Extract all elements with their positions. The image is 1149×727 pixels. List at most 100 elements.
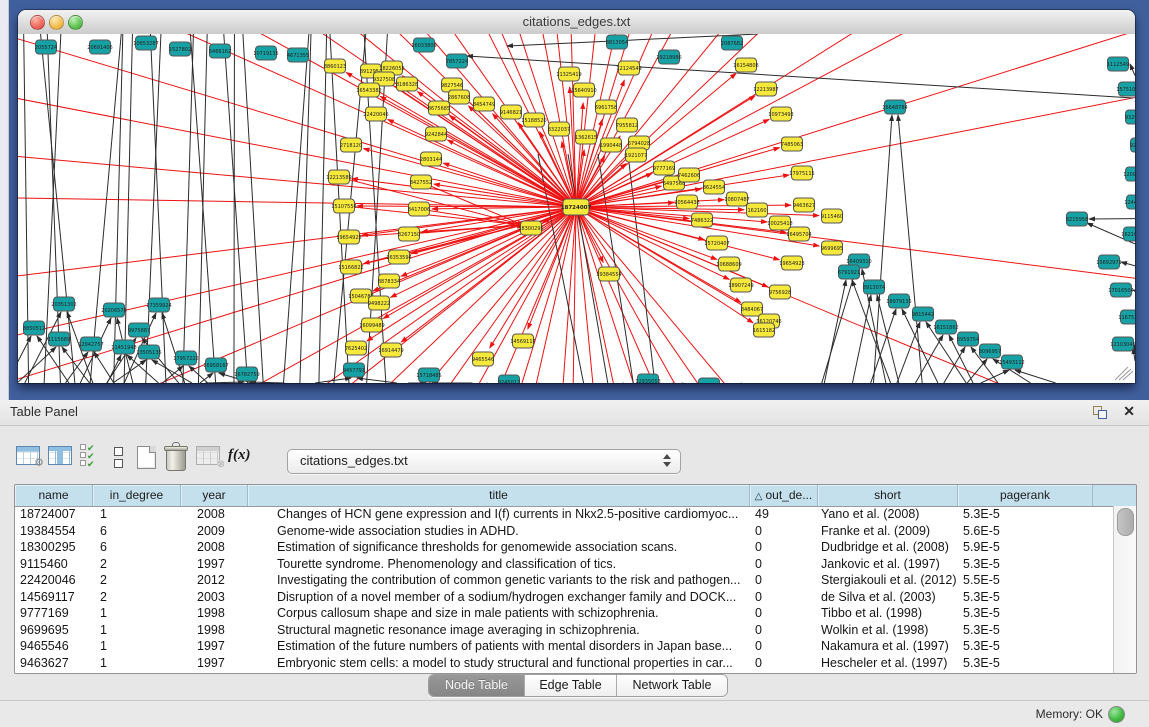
network-node[interactable]: 10807487 xyxy=(724,192,749,206)
network-node[interactable]: 6961758 xyxy=(595,100,617,114)
network-node[interactable]: 8813054 xyxy=(606,35,628,49)
network-edge[interactable] xyxy=(205,382,244,383)
network-edge[interactable] xyxy=(944,347,965,383)
network-node[interactable]: 8878334 xyxy=(378,274,400,288)
network-edge[interactable] xyxy=(576,207,1135,383)
network-node[interactable]: 9242844 xyxy=(425,127,447,141)
network-node[interactable]: 16099489 xyxy=(359,318,384,332)
column-header-name[interactable]: name xyxy=(15,485,93,506)
network-node[interactable]: 12213589 xyxy=(326,170,351,184)
close-panel-icon[interactable]: ✕ xyxy=(1123,403,1135,420)
network-node[interactable]: 8096957 xyxy=(979,344,1001,358)
network-node[interactable]: 13505135 xyxy=(136,345,161,359)
network-node[interactable]: 1112549 xyxy=(1107,57,1129,71)
network-node[interactable]: 8860123 xyxy=(324,59,346,73)
network-node[interactable]: 15692971 xyxy=(1096,255,1121,269)
network-node[interactable]: 18724007 xyxy=(561,199,592,215)
network-node[interactable]: 7486322 xyxy=(691,213,713,227)
table-mode-button[interactable]: ⚙ xyxy=(16,446,40,465)
network-node[interactable]: 8267150 xyxy=(398,227,420,241)
network-node[interactable]: 7955812 xyxy=(616,118,638,132)
network-node[interactable]: 8417006 xyxy=(408,202,430,216)
network-node[interactable]: 10719135 xyxy=(253,46,278,60)
network-node[interactable]: 11675344 xyxy=(1118,310,1135,324)
network-node[interactable]: 19654925 xyxy=(336,230,361,244)
network-node[interactable]: 1921077 xyxy=(625,148,647,162)
network-node[interactable]: 8186328 xyxy=(396,77,418,91)
network-node[interactable]: 19654923 xyxy=(779,256,804,270)
network-node[interactable]: 12942757 xyxy=(78,337,103,351)
network-node[interactable]: 9227343 xyxy=(1130,138,1135,152)
network-edge[interactable] xyxy=(897,322,920,383)
network-node[interactable]: 9115460 xyxy=(821,209,843,223)
network-edge[interactable] xyxy=(822,269,856,383)
network-node[interactable]: 2087682 xyxy=(721,36,743,50)
network-edge[interactable] xyxy=(113,360,146,383)
network-graph[interactable]: 2055724206914061065328715278026466162107… xyxy=(18,34,1135,383)
network-edge[interactable] xyxy=(250,382,285,383)
network-node[interactable]: 162160 xyxy=(747,203,768,217)
network-node[interactable]: 2867608 xyxy=(448,90,470,104)
network-edge[interactable] xyxy=(967,359,987,383)
network-node[interactable]: 10973493 xyxy=(768,107,793,121)
column-header-short[interactable]: short xyxy=(818,485,958,506)
network-edge[interactable] xyxy=(114,34,123,383)
column-header-year[interactable]: year xyxy=(181,485,248,506)
network-edge[interactable] xyxy=(41,34,75,383)
network-node[interactable]: 15107554 xyxy=(331,199,356,213)
network-node[interactable]: 15640910 xyxy=(571,83,596,97)
new-table-button[interactable] xyxy=(137,446,156,469)
table-row[interactable]: 1456911722003Disruption of a novel membe… xyxy=(15,589,1136,606)
network-node[interactable]: 8454749 xyxy=(473,97,495,111)
network-node[interactable]: 6791921 xyxy=(838,265,860,279)
network-edge[interactable] xyxy=(62,347,90,383)
network-node[interactable]: 22420046 xyxy=(363,107,388,121)
network-node[interactable]: 9756928 xyxy=(769,285,791,299)
table-row[interactable]: 946362711997Embryonic stem cells: a mode… xyxy=(15,655,1136,672)
network-node[interactable]: 16648784 xyxy=(882,100,907,114)
network-node[interactable]: 10653287 xyxy=(133,36,158,50)
network-node[interactable]: 7857224 xyxy=(446,54,468,68)
delete-button[interactable] xyxy=(166,446,186,471)
tab-network-table[interactable]: Network Table xyxy=(616,675,727,696)
network-node[interactable]: 15188520 xyxy=(521,113,546,127)
network-node[interactable]: 16958167 xyxy=(203,358,228,372)
table-row[interactable]: 2242004622012Investigating the contribut… xyxy=(15,572,1136,589)
network-node[interactable]: 8624554 xyxy=(703,180,725,194)
network-node[interactable]: 8322037 xyxy=(548,122,570,136)
network-node[interactable]: 17957222 xyxy=(173,351,198,365)
tab-edge-table[interactable]: Edge Table xyxy=(524,675,616,696)
network-edge[interactable] xyxy=(224,34,248,383)
network-node[interactable]: 19218986 xyxy=(656,50,681,64)
network-node[interactable]: 20351302 xyxy=(51,297,76,311)
network-node[interactable]: 2718120 xyxy=(340,138,362,152)
network-node[interactable]: 4671355 xyxy=(287,48,309,62)
network-node[interactable]: 9146821 xyxy=(500,105,522,119)
network-node[interactable]: 16151862 xyxy=(933,320,958,334)
network-edge[interactable] xyxy=(183,34,193,383)
network-node[interactable]: 17359924 xyxy=(146,298,171,312)
network-node[interactable]: 9975887 xyxy=(128,323,150,337)
table-row[interactable]: 946554611997Estimation of the future num… xyxy=(15,638,1136,655)
network-node[interactable]: 18300295 xyxy=(518,221,543,235)
scrollbar-thumb[interactable] xyxy=(1117,508,1134,536)
network-canvas[interactable]: 2055724206914061065328715278026466162107… xyxy=(18,34,1135,383)
network-node[interactable]: 1615182 xyxy=(753,323,775,337)
network-node[interactable]: 9498222 xyxy=(368,296,390,310)
network-node[interactable]: 15493112 xyxy=(999,355,1024,369)
select-columns-button[interactable]: ✔✔✔ xyxy=(80,444,98,466)
network-node[interactable]: 7625402 xyxy=(345,341,367,355)
network-node[interactable]: 15720407 xyxy=(704,236,729,250)
network-node[interactable]: 9815442 xyxy=(912,307,934,321)
network-node[interactable]: 14569117 xyxy=(510,334,535,348)
network-edge[interactable] xyxy=(981,370,1009,383)
network-node[interactable]: 11325419 xyxy=(556,67,581,81)
network-node[interactable]: 18907249 xyxy=(728,278,753,292)
network-edge[interactable] xyxy=(824,280,846,383)
network-node[interactable]: 16210643 xyxy=(1121,227,1135,241)
column-header-pagerank[interactable]: pagerank xyxy=(958,485,1093,506)
network-edge[interactable] xyxy=(90,34,121,383)
network-node[interactable]: 16495704 xyxy=(786,227,811,241)
network-node[interactable]: 1527802 xyxy=(169,42,191,56)
network-edge[interactable] xyxy=(319,34,327,383)
